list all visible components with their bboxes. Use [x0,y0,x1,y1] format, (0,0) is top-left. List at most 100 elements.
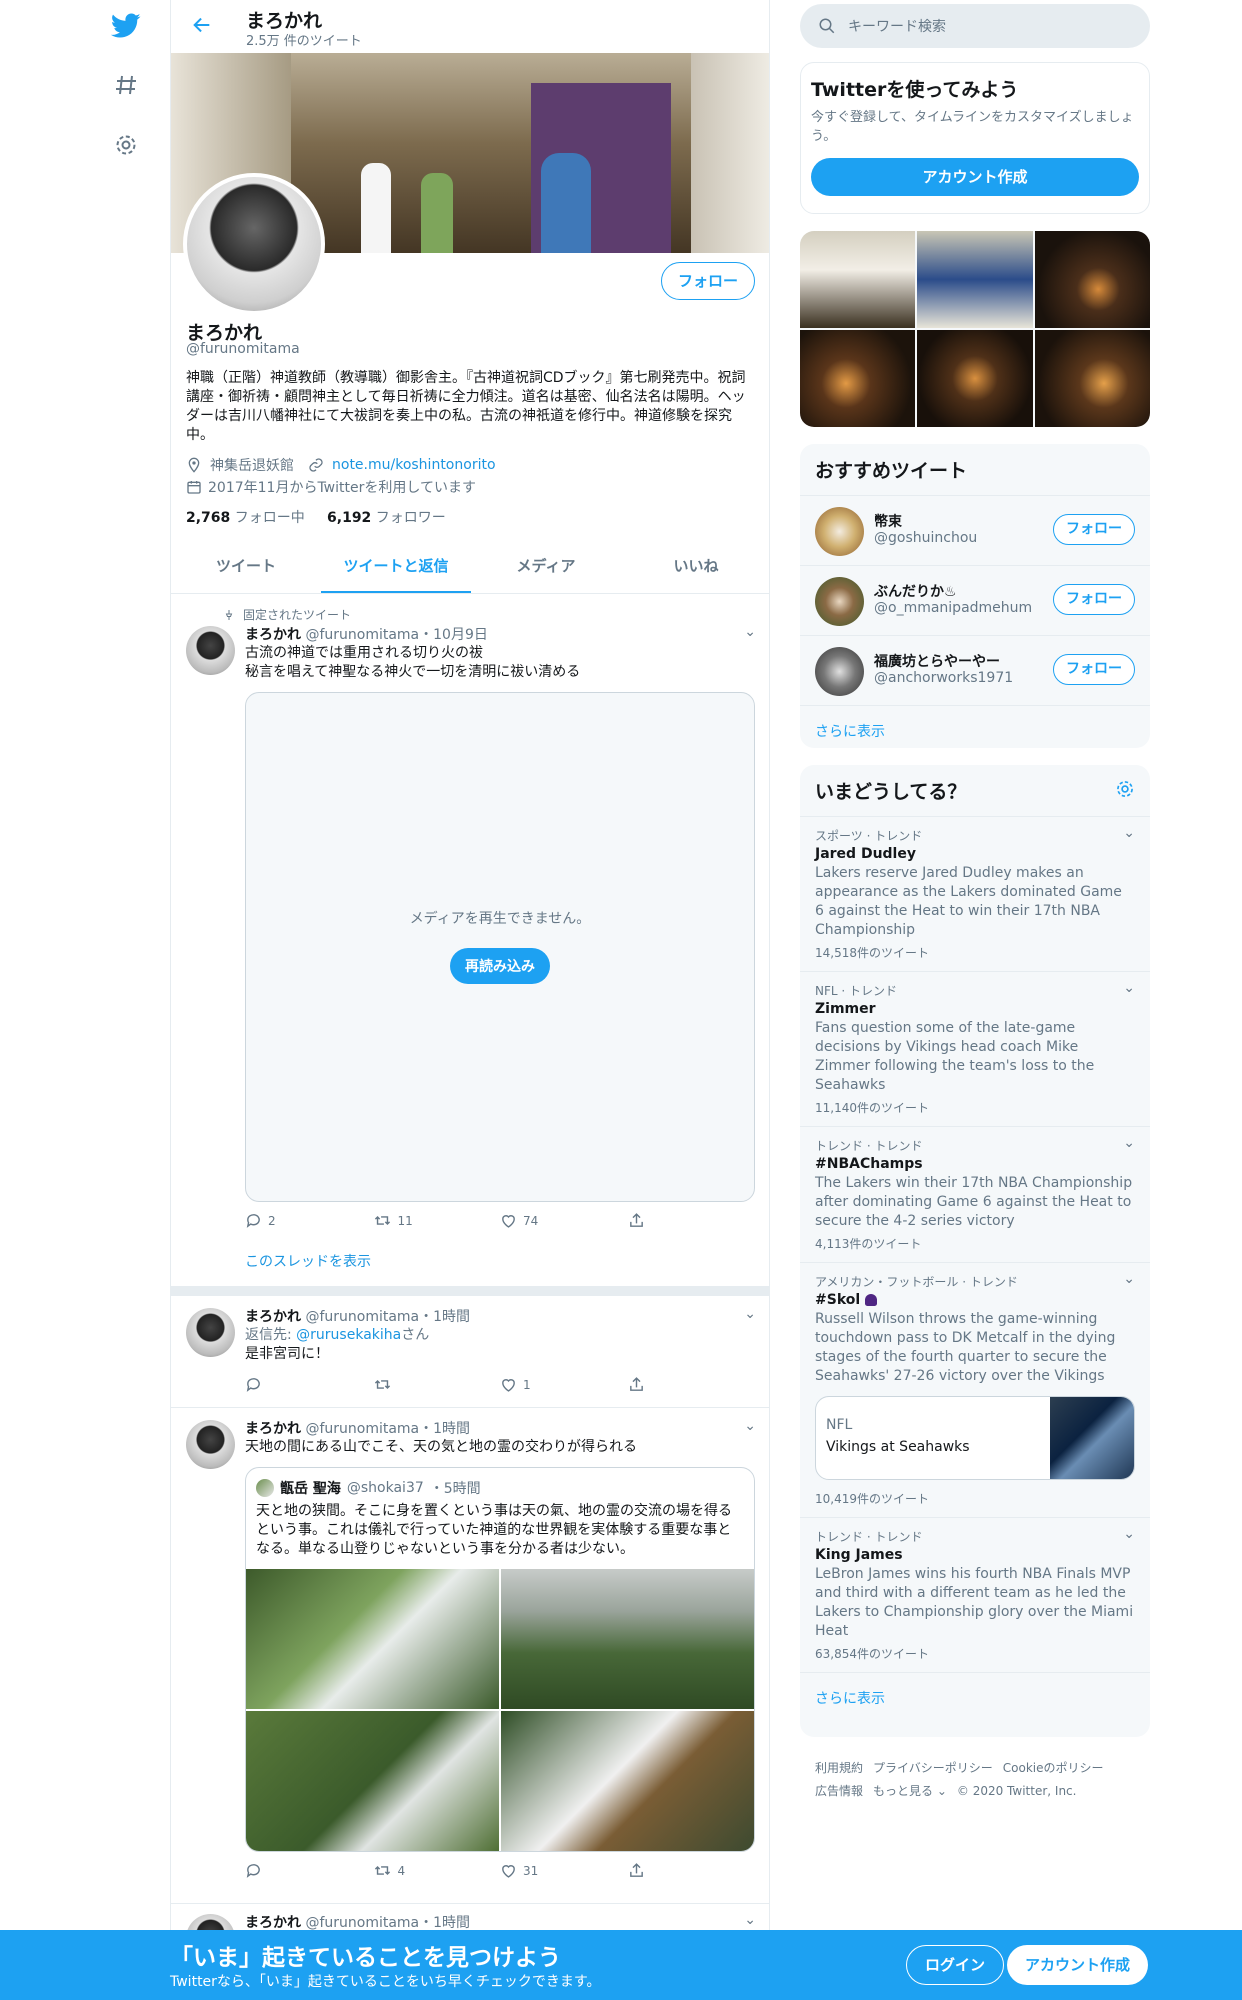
tweet-actions: 1 [245,1376,755,1393]
gear-icon[interactable] [110,129,142,161]
tweet-avatar[interactable] [186,626,235,675]
profile-header: まろかれ 2.5万 件のツイート [171,0,769,53]
trend-event-card[interactable]: NFL Vikings at Seahawks [815,1396,1135,1480]
gear-icon[interactable] [1115,779,1135,799]
quoted-photo[interactable] [246,1711,499,1851]
recommended-user[interactable]: 幣束 @goshuinchou フォロー [800,496,1150,566]
avatar[interactable] [815,507,864,556]
recommended-name: ぶんだりか♨ [874,584,957,600]
create-account-button[interactable]: アカウント作成 [1007,1945,1149,1985]
chevron-down-icon[interactable]: ⌄ [1123,1135,1135,1151]
heart-icon [502,1379,515,1392]
quoted-tweet[interactable]: 甑岳 聖海 @shokai37 ・5時間 天と地の狭間。そこに身を置くという事は天の… [245,1467,755,1852]
chevron-down-icon[interactable]: ⌄ [1123,980,1135,996]
tweet-pinned[interactable]: 固定されたツイート ⌄ まろかれ @furunomitama・10月9日 古流の… [171,594,769,1286]
tweet-author[interactable]: まろかれ @furunomitama・10月9日 [245,624,755,644]
media-thumb[interactable] [800,330,916,427]
search-input[interactable]: キーワード検索 [848,16,946,36]
follow-button[interactable]: フォロー [1053,654,1135,685]
profile-meta-row: 神集岳退妖館 note.mu/koshintonorito [186,455,496,475]
reply-button[interactable]: 2 [245,1212,373,1229]
signup-button[interactable]: アカウント作成 [811,158,1139,196]
share-button[interactable] [628,1376,756,1393]
profile-avatar[interactable] [183,173,325,315]
ads-link[interactable]: 広告情報 [815,1784,863,1798]
tweet-partial[interactable]: ⌄ まろかれ @furunomitama・1時間 [171,1904,769,1930]
reply-icon [246,1214,260,1228]
media-player[interactable]: メディアを再生できません。 再読み込み [245,692,755,1202]
follow-button[interactable]: フォロー [660,262,755,300]
tweet-author[interactable]: まろかれ @furunomitama・1時間 [245,1306,755,1326]
media-thumb[interactable] [1034,330,1150,427]
trend-item[interactable]: ⌄ トレンド · トレンド #NBAChamps The Lakers win … [800,1127,1150,1263]
show-thread-link[interactable]: このスレッドを表示 [245,1251,755,1271]
media-thumb[interactable] [917,231,1033,328]
tweet-text: 天地の間にある山でこそ、天の気と地の霊の交わりが得られる [245,1439,637,1455]
quoted-author[interactable]: 甑岳 聖海 @shokai37 ・5時間 [256,1478,744,1498]
tweet-reply[interactable]: ⌄ まろかれ @furunomitama・1時間 返信先: @rurusekak… [171,1296,769,1408]
tweet-avatar[interactable] [186,1914,235,1930]
follow-button[interactable]: フォロー [1053,514,1135,545]
tweet-author[interactable]: まろかれ @furunomitama・1時間 [245,1912,755,1930]
tweet-avatar[interactable] [186,1308,235,1357]
trend-item[interactable]: ⌄ アメリカン・フットボール · トレンド #Skol Russell Wils… [800,1263,1150,1518]
reply-button[interactable] [245,1862,373,1879]
tab-likes[interactable]: いいね [621,540,769,593]
twitter-logo-icon[interactable] [110,10,142,42]
share-button[interactable] [628,1862,756,1879]
chevron-down-icon[interactable]: ⌄ [1123,1271,1135,1287]
recommended-more-link[interactable]: さらに表示 [800,706,1150,748]
share-icon [629,1863,643,1877]
avatar[interactable] [815,577,864,626]
tweet-quote[interactable]: ⌄ まろかれ @furunomitama・1時間 天地の間にある山でこそ、天の気… [171,1408,769,1904]
quoted-photo[interactable] [501,1711,754,1851]
privacy-link[interactable]: プライバシーポリシー [873,1761,993,1775]
link-icon [309,458,323,472]
following-link[interactable]: 2,768 フォロー中 [186,510,305,526]
signup-title: Twitterを使ってみよう [811,79,1019,101]
avatar[interactable] [815,647,864,696]
retweet-button[interactable] [373,1376,501,1393]
recommended-user[interactable]: 福廣坊とらやーやー @anchorworks1971 フォロー [800,636,1150,706]
footer-links: 利用規約 プライバシーポリシー Cookieのポリシー 広告情報 もっと見る ⌄ © 2… [815,1757,1135,1803]
retweet-button[interactable]: 11 [373,1212,501,1229]
hashtag-icon[interactable] [110,69,142,101]
media-thumb[interactable] [917,330,1033,427]
quoted-photo[interactable] [246,1569,499,1709]
quoted-photo[interactable] [501,1569,754,1709]
tab-media[interactable]: メディア [471,540,621,593]
reply-to-link[interactable]: @rurusekakiha [296,1327,401,1343]
cookie-link[interactable]: Cookieのポリシー [1003,1761,1104,1775]
trends-more-link[interactable]: さらに表示 [800,1673,1150,1723]
recommended-user[interactable]: ぶんだりか♨ @o_mmanipadmehum フォロー [800,566,1150,636]
like-button[interactable]: 74 [500,1212,628,1229]
trend-title: #NBAChamps [815,1156,923,1172]
more-link[interactable]: もっと見る ⌄ [873,1784,947,1798]
followers-link[interactable]: 6,192 フォロワー [327,510,446,526]
like-button[interactable]: 1 [500,1376,628,1393]
media-thumb[interactable] [1034,231,1150,328]
reload-button[interactable]: 再読み込み [450,948,550,984]
profile-link[interactable]: note.mu/koshintonorito [332,457,496,473]
trend-item[interactable]: ⌄ トレンド · トレンド King James LeBron James wi… [800,1518,1150,1673]
login-button[interactable]: ログイン [906,1945,1005,1985]
chevron-down-icon[interactable]: ⌄ [1123,825,1135,841]
back-arrow-icon[interactable] [191,14,213,40]
follow-button[interactable]: フォロー [1053,584,1135,615]
tweet-avatar[interactable] [186,1420,235,1469]
retweet-icon [374,1865,390,1876]
chevron-down-icon[interactable]: ⌄ [1123,1526,1135,1542]
share-button[interactable] [628,1212,756,1229]
media-thumb[interactable] [800,231,916,328]
tweet-author[interactable]: まろかれ @furunomitama・1時間 [245,1418,755,1438]
reply-button[interactable] [245,1376,373,1393]
search-box[interactable]: キーワード検索 [800,4,1150,48]
terms-link[interactable]: 利用規約 [815,1761,863,1775]
tab-tweets[interactable]: ツイート [171,540,321,593]
tweet-body: まろかれ @furunomitama・10月9日 古流の神道では重用される切り火… [245,624,755,1271]
trend-item[interactable]: ⌄ スポーツ · トレンド Jared Dudley Lakers reserv… [800,817,1150,972]
like-button[interactable]: 31 [500,1862,628,1879]
tab-tweets-and-replies[interactable]: ツイートと返信 [321,540,471,593]
trend-item[interactable]: ⌄ NFL · トレンド Zimmer Fans question some o… [800,972,1150,1127]
retweet-button[interactable]: 4 [373,1862,501,1879]
